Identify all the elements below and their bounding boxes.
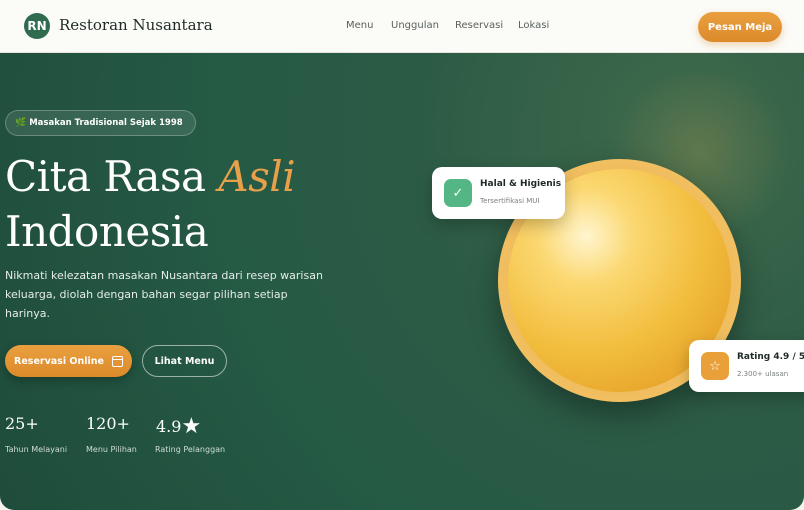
rating-card-title: Rating 4.9 / 5 [737, 352, 804, 362]
halal-card-title: Halal & Higienis [480, 179, 562, 189]
hero-section: 🌿 Masakan Tradisional Sejak 1998 Cita Ra… [0, 53, 804, 510]
online-reservation-label: Reservasi Online [14, 355, 104, 367]
nav-link-unggulan[interactable]: Unggulan [391, 20, 439, 31]
hero-title-accent: Asli [218, 152, 296, 201]
halal-card: ✓ Halal & Higienis Tersertifikasi MUI [432, 167, 565, 219]
star-outline-icon: ☆ [701, 352, 729, 380]
stat-menu-value: 120+ [86, 414, 130, 433]
stat-menu-label: Menu Pilihan [86, 445, 137, 454]
stat-rating-value: 4.9 [156, 417, 182, 436]
star-icon: ★ [181, 414, 202, 439]
hero-title-line1: Cita Rasa Asli [5, 156, 296, 198]
nav-link-menu[interactable]: Menu [346, 20, 373, 31]
book-table-button[interactable]: Pesan Meja [698, 12, 782, 42]
rating-card-subtitle: 2.300+ ulasan [737, 370, 789, 378]
stat-rating-label: Rating Pelanggan [155, 445, 226, 454]
nav-link-lokasi[interactable]: Lokasi [518, 20, 549, 31]
halal-card-subtitle: Tersertifikasi MUI [480, 197, 540, 205]
stat-years-label: Tahun Melayani [5, 445, 68, 454]
nav-link-reservasi[interactable]: Reservasi [455, 20, 503, 31]
hero-description: Nikmati kelezatan masakan Nusantara dari… [5, 269, 323, 320]
stat-rating: 4.9★ [156, 414, 201, 439]
logo-icon[interactable]: RN [24, 13, 50, 39]
hero-title-part1: Cita Rasa [5, 152, 219, 201]
rating-card: ☆ Rating 4.9 / 5 2.300+ ulasan [689, 340, 804, 392]
view-menu-button[interactable]: Lihat Menu [142, 345, 227, 377]
navbar: RN Restoran Nusantara Menu Unggulan Rese… [0, 0, 804, 53]
check-icon: ✓ [444, 179, 472, 207]
heritage-badge-label: Masakan Tradisional Sejak 1998 [29, 118, 183, 128]
heritage-badge: 🌿 Masakan Tradisional Sejak 1998 [5, 110, 196, 136]
brand-name[interactable]: Restoran Nusantara [59, 16, 213, 34]
calendar-icon [111, 355, 123, 367]
stat-years-value: 25+ [5, 414, 39, 433]
online-reservation-button[interactable]: Reservasi Online [5, 345, 132, 377]
leaf-icon: 🌿 [15, 118, 27, 128]
hero-title-line2: Indonesia [5, 207, 209, 256]
